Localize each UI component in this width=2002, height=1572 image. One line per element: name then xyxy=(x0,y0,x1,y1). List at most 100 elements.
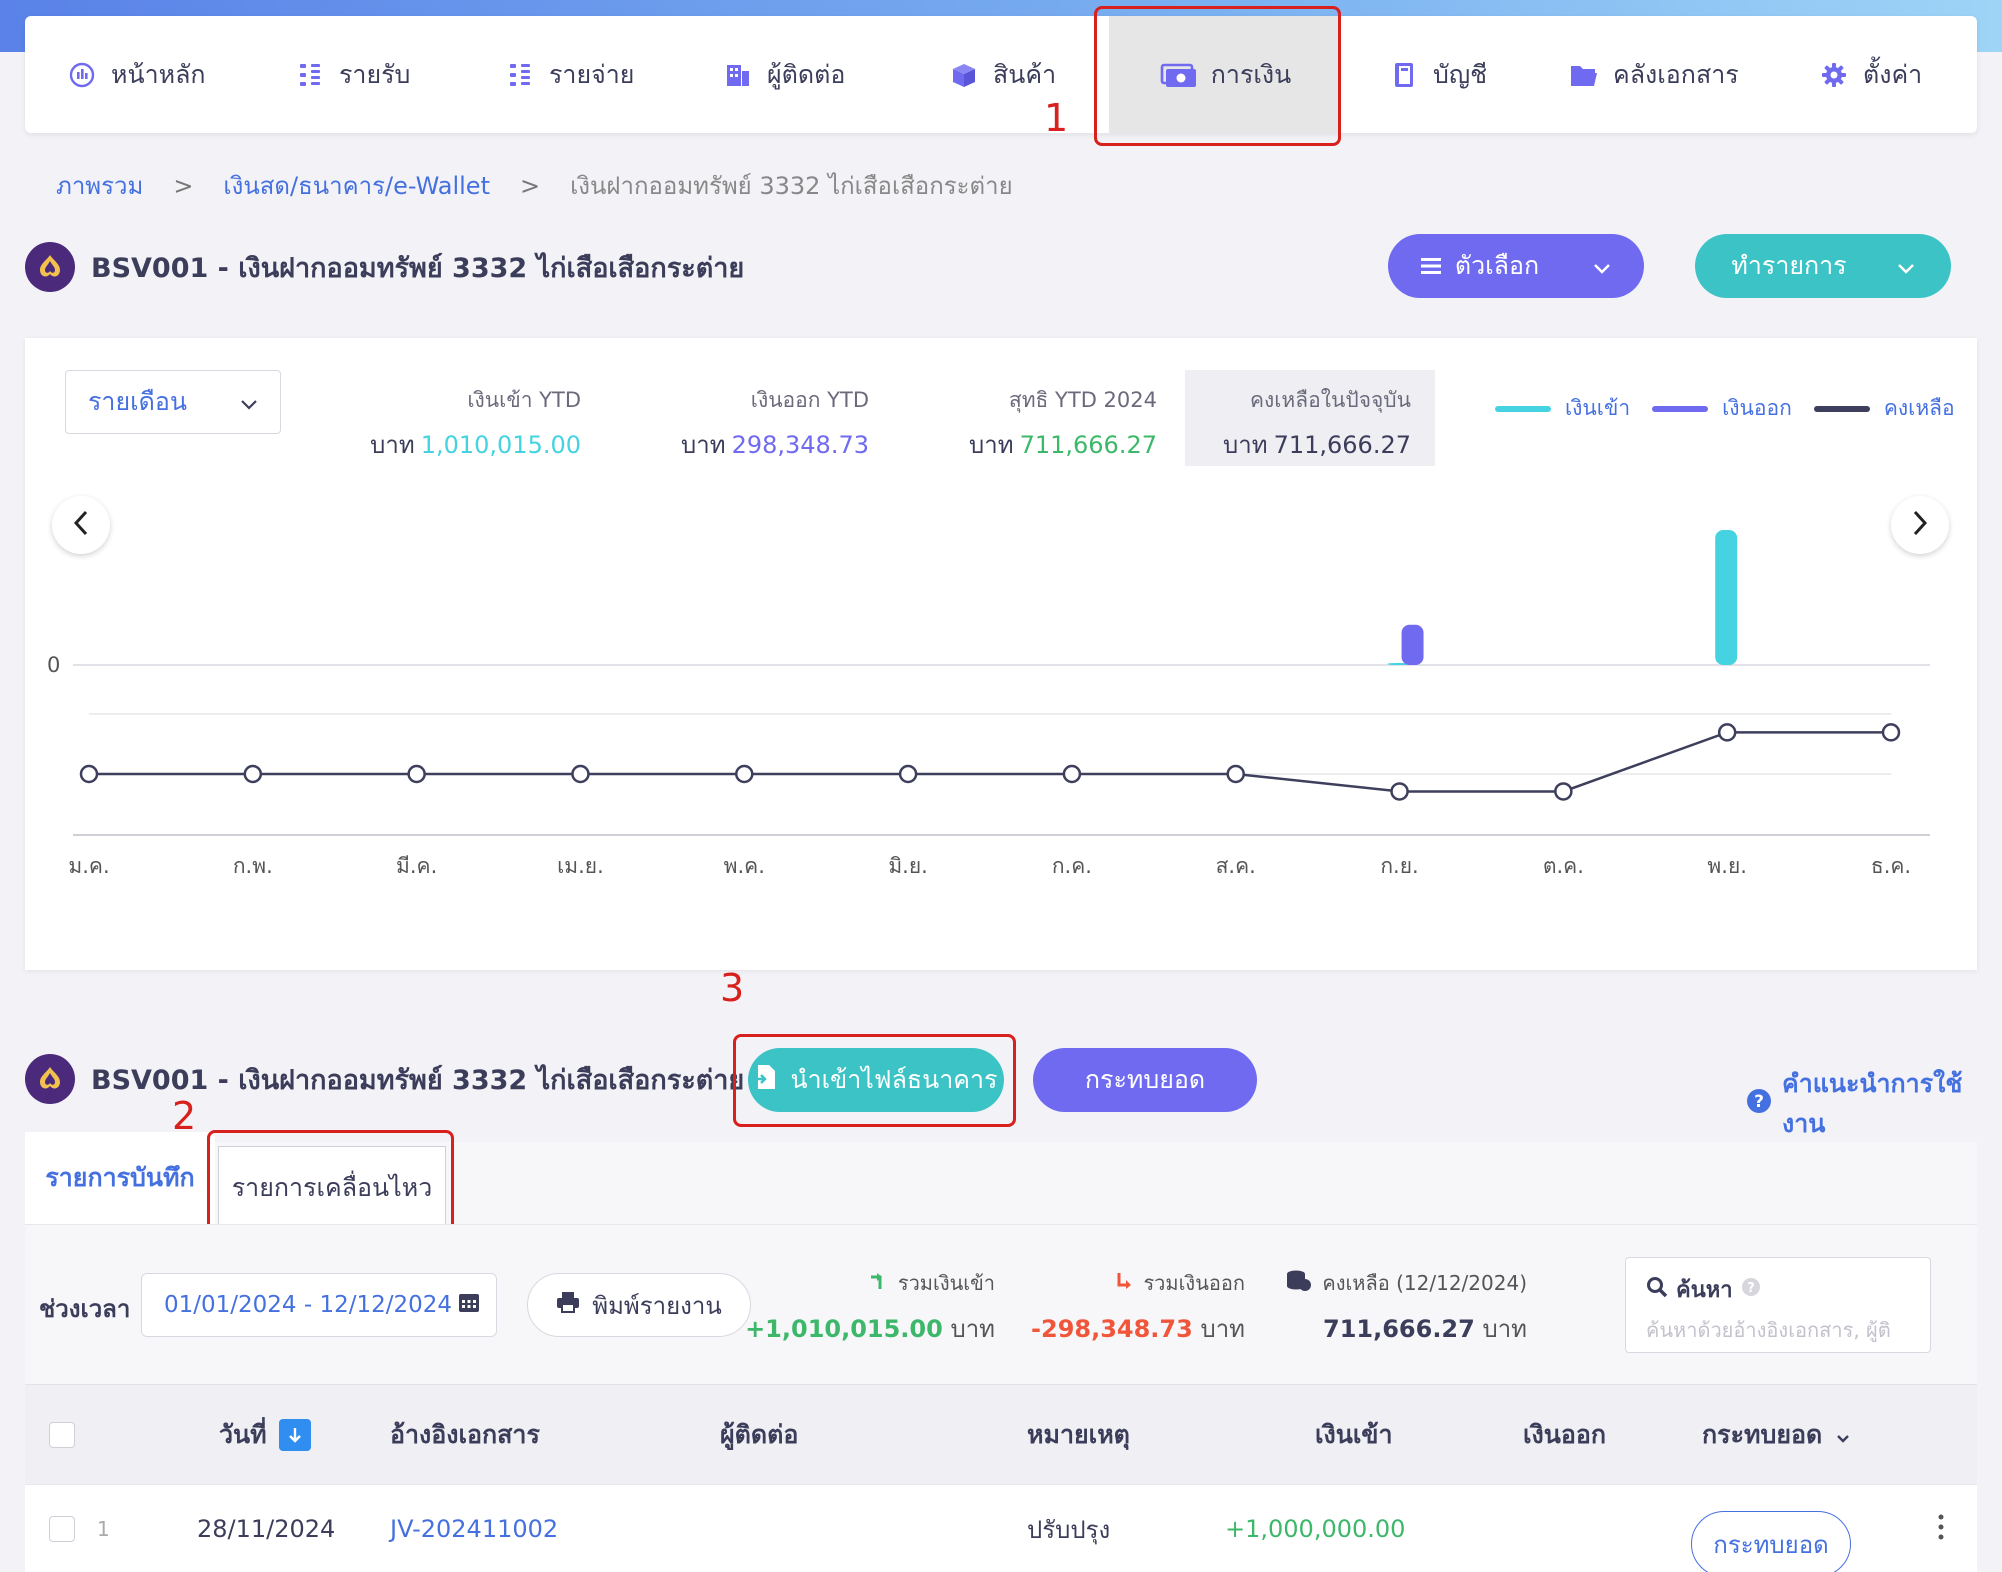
column-header-date[interactable]: วันที่ xyxy=(219,1385,311,1485)
contacts-icon xyxy=(723,60,753,90)
breadcrumb-cash-link[interactable]: เงินสด/ธนาคาร/e-Wallet xyxy=(223,166,490,205)
nav-item-expense[interactable]: รายจ่าย xyxy=(505,16,634,133)
transact-button[interactable]: ทำรายการ xyxy=(1695,234,1951,298)
nav-item-label: คลังเอกสาร xyxy=(1613,59,1739,89)
row-amount-in: +1,000,000.00 xyxy=(1225,1515,1406,1543)
breadcrumb-overview-link[interactable]: ภาพรวม xyxy=(56,166,143,205)
row-reconcile-button[interactable]: กระทบยอด xyxy=(1691,1511,1851,1572)
gear-icon xyxy=(1819,60,1849,90)
x-tick-label: มี.ค. xyxy=(396,854,437,878)
tab-records[interactable]: รายการบันทึก xyxy=(25,1132,215,1224)
x-tick-label: พ.ย. xyxy=(1707,854,1747,878)
bank-logo xyxy=(25,1054,75,1104)
row-note: ปรับปรุง xyxy=(1027,1515,1111,1544)
row-doc-ref-link[interactable]: JV-202411002 xyxy=(390,1485,558,1572)
x-tick-label: ต.ค. xyxy=(1543,854,1584,878)
balance-point xyxy=(1554,782,1573,801)
nav-item-documents[interactable]: คลังเอกสาร xyxy=(1569,16,1739,133)
table-header: วันที่ อ้างอิงเอกสาร ผู้ติดต่อ หมายเหตุ … xyxy=(25,1384,1977,1484)
balance-point xyxy=(407,764,426,784)
help-link[interactable]: ? คำแนะนำการใช้งาน xyxy=(1746,1064,2002,1144)
balance-line xyxy=(89,731,1891,793)
annotation-box-1 xyxy=(1094,6,1341,146)
nav-item-label: บัญชี xyxy=(1433,59,1488,89)
svg-text:?: ? xyxy=(1754,1092,1764,1112)
row-select-cell: 1 xyxy=(49,1485,110,1572)
nav-item-label: สินค้า xyxy=(993,59,1057,89)
nav-item-label: รายรับ xyxy=(339,59,411,89)
print-report-button[interactable]: พิมพ์รายงาน xyxy=(527,1273,751,1337)
date-range-value: 01/01/2024 - 12/12/2024 xyxy=(164,1292,453,1318)
nav-item-accounting[interactable]: บัญชี xyxy=(1389,16,1487,133)
x-tick-label: เม.ย. xyxy=(557,854,604,878)
print-report-label: พิมพ์รายงาน xyxy=(592,1291,722,1320)
nav-item-label: ตั้งค่า xyxy=(1863,59,1923,89)
search-label: ค้นหา xyxy=(1676,1278,1733,1303)
account-title: BSV001 - เงินฝากออมทรัพย์ 3332 ไก่เสือเส… xyxy=(25,242,744,292)
select-all-checkbox[interactable] xyxy=(49,1422,75,1448)
menu-icon xyxy=(1420,252,1441,281)
folder-icon xyxy=(1569,60,1599,90)
total-in-value: +1,010,015.00 xyxy=(745,1315,943,1343)
column-header-reconcile[interactable]: กระทบยอด xyxy=(1702,1385,1850,1485)
balance-point xyxy=(1881,723,1901,742)
row-date: 28/11/2024 xyxy=(197,1515,336,1543)
filter-bar: ช่วงเวลา 01/01/2024 - 12/12/2024 พิมพ์รา… xyxy=(25,1224,1977,1384)
total-out-summary: รวมเงินออก -298,348.73 บาท xyxy=(1031,1267,1245,1348)
breadcrumb-separator: > xyxy=(173,171,194,200)
search-icon xyxy=(1646,1276,1668,1304)
balance-date-label: คงเหลือ (12/12/2024) xyxy=(1322,1271,1527,1295)
options-button-label: ตัวเลือก xyxy=(1454,251,1540,280)
x-tick-label: ม.ค. xyxy=(68,854,109,878)
arrow-out-icon xyxy=(1113,1271,1133,1296)
balance-point xyxy=(1062,764,1082,784)
account-title-secondary: BSV001 - เงินฝากออมทรัพย์ 3332 ไก่เสือเส… xyxy=(25,1054,744,1104)
column-header-out: เงินออก xyxy=(1523,1420,1607,1449)
search-placeholder: ค้นหาด้วยอ้างอิงเอกสาร, ผู้ติ xyxy=(1646,1318,1891,1342)
nav-item-label: รายจ่าย xyxy=(549,59,635,89)
help-link-label: คำแนะนำการใช้งาน xyxy=(1782,1069,1963,1138)
reconcile-button[interactable]: กระทบยอด xyxy=(1033,1048,1257,1112)
x-tick-label: ก.ค. xyxy=(1052,854,1092,878)
column-header-doc-ref: อ้างอิงเอกสาร xyxy=(390,1420,540,1449)
x-tick-label: มิ.ย. xyxy=(888,854,928,878)
date-range-input[interactable]: 01/01/2024 - 12/12/2024 xyxy=(141,1273,497,1337)
balance-point xyxy=(79,764,99,784)
question-circle-icon: ? xyxy=(1746,1088,1772,1120)
nav-item-income[interactable]: รายรับ xyxy=(295,16,410,133)
calendar-icon xyxy=(458,1291,480,1319)
search-box[interactable]: ค้นหา ? ค้นหาด้วยอ้างอิงเอกสาร, ผู้ติ xyxy=(1625,1257,1931,1353)
sort-down-icon[interactable] xyxy=(278,1419,311,1451)
chart-card: รายเดือน เงินเข้า YTD บาท 1,010,015.00 เง… xyxy=(25,338,1977,970)
arrow-in-icon xyxy=(868,1271,888,1296)
nav-item-label: ผู้ติดต่อ xyxy=(767,59,846,89)
breadcrumb: ภาพรวม > เงินสด/ธนาคาร/e-Wallet > เงินฝา… xyxy=(56,166,1013,205)
currency-label: บาท xyxy=(950,1315,995,1343)
nav-item-settings[interactable]: ตั้งค่า xyxy=(1819,16,1922,133)
row-index: 1 xyxy=(97,1517,110,1541)
balance-point xyxy=(898,764,918,784)
chevron-down-icon xyxy=(1897,252,1915,281)
x-tick-label: ธ.ค. xyxy=(1871,854,1911,878)
options-button[interactable]: ตัวเลือก xyxy=(1388,234,1644,298)
column-header-note: หมายเหตุ xyxy=(1027,1420,1130,1449)
transact-button-label: ทำรายการ xyxy=(1731,251,1847,280)
help-circle-icon: ? xyxy=(1741,1277,1761,1303)
y-tick-label: 0 xyxy=(47,653,60,677)
annotation-number-1: 1 xyxy=(1044,96,1069,140)
total-in-label: รวมเงินเข้า xyxy=(897,1271,995,1295)
x-tick-label: ก.ย. xyxy=(1380,854,1418,878)
account-title-text: BSV001 - เงินฝากออมทรัพย์ 3332 ไก่เสือเส… xyxy=(91,252,745,284)
ledger-book-icon xyxy=(1389,60,1419,90)
table-row[interactable]: 1 28/11/2024 JV-202411002 ปรับปรุง +1,00… xyxy=(25,1484,1977,1572)
total-out-value: -298,348.73 xyxy=(1031,1315,1193,1343)
nav-item-home[interactable]: หน้าหลัก xyxy=(67,16,206,133)
nav-item-contacts[interactable]: ผู้ติดต่อ xyxy=(723,16,845,133)
row-more-icon[interactable] xyxy=(1937,1513,1945,1545)
balance-point xyxy=(1717,723,1737,742)
row-checkbox[interactable] xyxy=(49,1516,75,1542)
total-out-label: รวมเงินออก xyxy=(1143,1271,1245,1295)
balance-summary: คงเหลือ (12/12/2024) 711,666.27 บาท xyxy=(1286,1267,1527,1348)
nav-item-label: หน้าหลัก xyxy=(111,59,206,89)
nav-item-products[interactable]: สินค้า xyxy=(949,16,1056,133)
